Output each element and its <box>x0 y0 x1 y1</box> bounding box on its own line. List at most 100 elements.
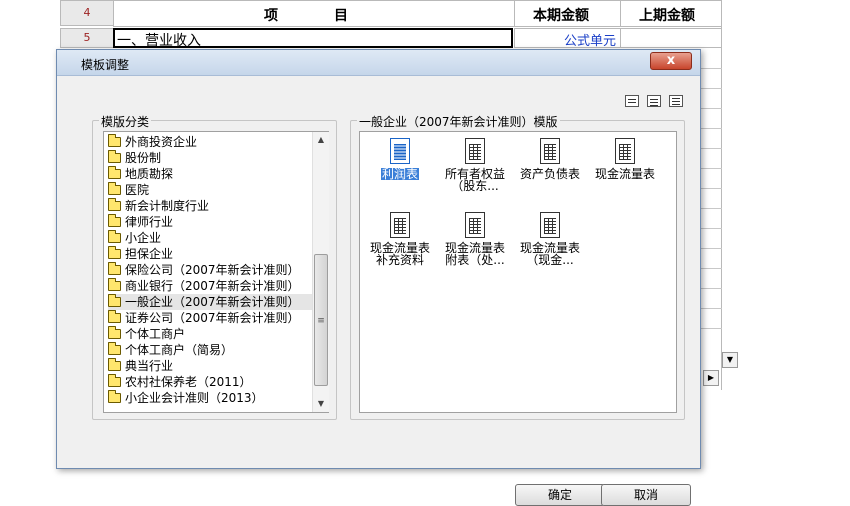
template-adjust-dialog: 模板调整 x 模版分类 外商投资企业 股份制 地质勘探 医院 新会计制度行业 律师行业 小企… <box>56 49 701 506</box>
category-item[interactable]: 外商投资企业 <box>108 134 316 150</box>
template-item[interactable]: 现金流量表 附表（处... <box>435 212 515 266</box>
folder-icon <box>108 150 121 163</box>
folder-icon <box>108 134 121 147</box>
template-item[interactable]: 资产负债表 <box>510 138 590 180</box>
category-label: 小企业会计准则（2013） <box>125 391 264 405</box>
category-item[interactable]: 小企业 <box>108 230 316 246</box>
template-list[interactable]: 利润表 所有者权益 （股东... 资产负债表 现金流量表现金流量表 补充资料 现金流量表 附表… <box>359 131 677 413</box>
folder-icon <box>108 230 121 243</box>
category-item[interactable]: 商业银行（2007年新会计准则） <box>108 278 316 294</box>
scroll-thumb[interactable]: ≡ <box>314 254 328 386</box>
category-label: 新会计制度行业 <box>125 199 210 213</box>
category-item[interactable]: 保险公司（2007年新会计准则） <box>108 262 316 278</box>
header-current-cell[interactable]: 本期金额 <box>514 0 621 27</box>
category-item[interactable]: 医院 <box>108 182 316 198</box>
folder-icon <box>108 198 121 211</box>
category-item[interactable]: 典当行业 <box>108 358 316 374</box>
category-item[interactable]: 地质勘探 <box>108 166 316 182</box>
header-previous-cell[interactable]: 上期金额 <box>620 0 722 27</box>
category-item[interactable]: 新会计制度行业 <box>108 198 316 214</box>
template-item[interactable]: 现金流量表 补充资料 <box>360 212 440 266</box>
template-label: 利润表 <box>380 167 419 181</box>
folder-icon <box>108 358 121 371</box>
template-label-line2: （股东... <box>451 179 499 193</box>
category-label: 一般企业（2007年新会计准则） <box>125 295 300 309</box>
row-number-5: 5 <box>60 28 114 48</box>
category-group: 模版分类 外商投资企业 股份制 地质勘探 医院 新会计制度行业 律师行业 小企业 担保企业 保险… <box>92 113 337 420</box>
category-item[interactable]: 个体工商户 <box>108 326 316 342</box>
row5-current-cell[interactable]: 公式单元 <box>514 28 621 49</box>
category-label: 小企业 <box>125 231 162 245</box>
category-label: 个体工商户 <box>125 327 186 341</box>
template-group: 一般企业（2007年新会计准则）模版 利润表 所有者权益 （股东... 资产负债表 现金… <box>350 113 685 420</box>
template-label-line2: 补充资料 <box>375 253 424 267</box>
category-scrollbar[interactable]: ▲ ≡ ▼ <box>312 132 329 412</box>
cancel-button[interactable]: 取消 <box>601 484 691 506</box>
dialog-title: 模板调整 <box>81 58 130 72</box>
category-label: 个体工商户（简易） <box>125 343 234 357</box>
category-label: 担保企业 <box>125 247 174 261</box>
folder-icon <box>108 262 121 275</box>
header-item-cell[interactable]: 项 目 <box>113 0 515 27</box>
folder-icon <box>108 342 121 355</box>
header-current-text: 本期金额 <box>533 8 589 24</box>
category-item[interactable]: 小企业会计准则（2013） <box>108 390 316 406</box>
large-icons-view-icon[interactable] <box>625 95 639 107</box>
row5-label-text: 一、营业收入 <box>117 33 201 49</box>
header-previous-text: 上期金额 <box>639 8 695 24</box>
template-item[interactable]: 利润表 <box>360 138 440 180</box>
template-item[interactable]: 现金流量表 （现金... <box>510 212 590 266</box>
category-item[interactable]: 担保企业 <box>108 246 316 262</box>
template-item[interactable]: 现金流量表 <box>585 138 665 180</box>
row5-label-cell[interactable]: 一、营业收入 <box>113 28 513 49</box>
category-label: 股份制 <box>125 151 162 165</box>
category-label: 外商投资企业 <box>125 135 198 149</box>
folder-icon <box>108 390 121 403</box>
folder-icon <box>108 278 121 291</box>
sheet-scroll-down-icon[interactable]: ▼ <box>722 352 738 368</box>
template-label-line2: （现金... <box>526 253 574 267</box>
template-label: 资产负债表 <box>519 167 580 181</box>
category-item[interactable]: 个体工商户（简易） <box>108 342 316 358</box>
document-icon <box>390 212 410 238</box>
category-label: 证券公司（2007年新会计准则） <box>125 311 300 325</box>
document-icon <box>540 212 560 238</box>
category-item[interactable]: 股份制 <box>108 150 316 166</box>
category-item[interactable]: 证券公司（2007年新会计准则） <box>108 310 316 326</box>
scroll-down-icon[interactable]: ▼ <box>313 396 329 412</box>
template-label-line2: 附表（处... <box>445 253 505 267</box>
document-icon <box>390 138 410 164</box>
category-item[interactable]: 农村社保养老（2011） <box>108 374 316 390</box>
grid-line <box>721 0 722 390</box>
dialog-titlebar[interactable]: 模板调整 x <box>57 50 700 76</box>
small-icons-view-icon[interactable] <box>647 95 661 107</box>
category-label: 律师行业 <box>125 215 174 229</box>
folder-icon <box>108 326 121 339</box>
template-item[interactable]: 所有者权益 （股东... <box>435 138 515 192</box>
document-icon <box>465 138 485 164</box>
category-item[interactable]: 一般企业（2007年新会计准则） <box>108 294 316 310</box>
category-label: 典当行业 <box>125 359 174 373</box>
folder-icon <box>108 166 121 179</box>
folder-icon <box>108 182 121 195</box>
close-icon: x <box>666 53 676 68</box>
category-item[interactable]: 律师行业 <box>108 214 316 230</box>
row5-formula-text: 公式单元 <box>563 34 616 49</box>
scroll-up-icon[interactable]: ▲ <box>313 132 329 148</box>
sheet-scroll-right-icon[interactable]: ▶ <box>703 370 719 386</box>
category-label: 医院 <box>125 183 150 197</box>
folder-icon <box>108 246 121 259</box>
list-view-icon[interactable] <box>669 95 683 107</box>
row5-previous-cell[interactable] <box>620 28 722 48</box>
category-label: 保险公司（2007年新会计准则） <box>125 263 300 277</box>
folder-icon <box>108 214 121 227</box>
category-label: 农村社保养老（2011） <box>125 375 252 389</box>
header-item-text: 项 目 <box>264 8 348 24</box>
category-list[interactable]: 外商投资企业 股份制 地质勘探 医院新会计制度行业 律师行业小企业担保企业保险公司（20… <box>103 131 329 413</box>
folder-icon <box>108 294 121 307</box>
close-button[interactable]: x <box>650 52 692 70</box>
ok-button[interactable]: 确定 <box>515 484 605 506</box>
document-icon <box>615 138 635 164</box>
template-label: 现金流量表 <box>594 167 655 181</box>
row-number-4: 4 <box>60 0 114 26</box>
